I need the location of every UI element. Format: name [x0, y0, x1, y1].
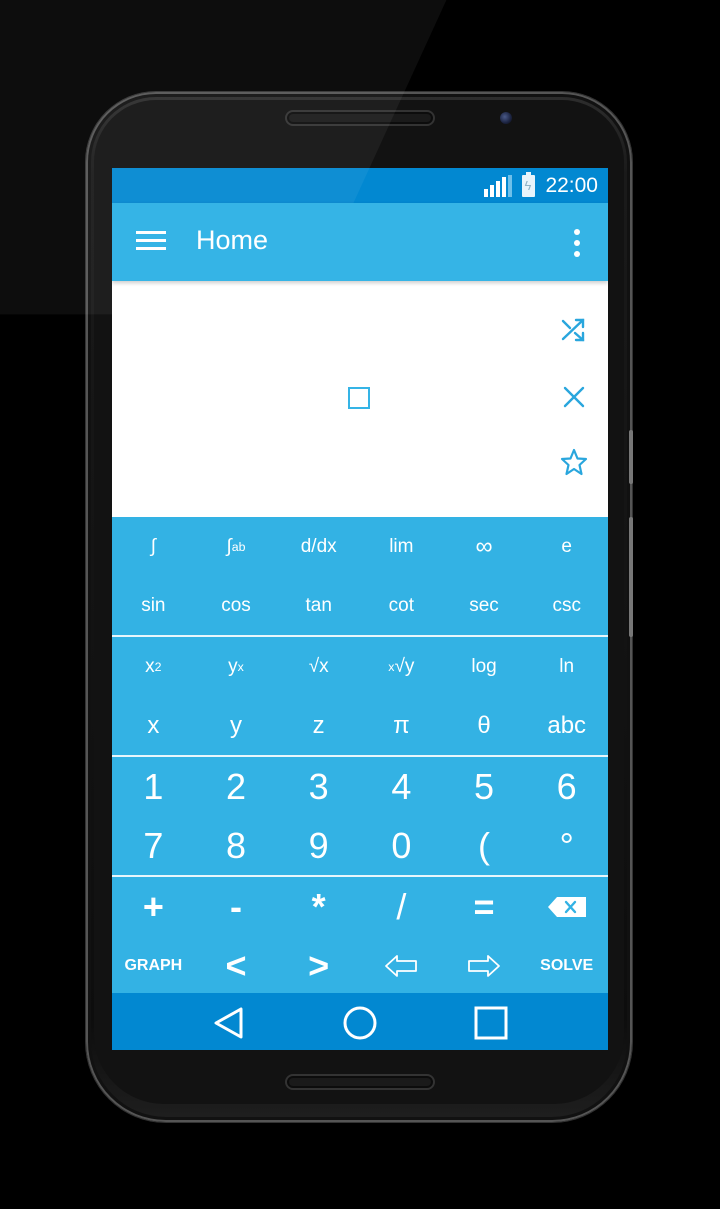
expression-editor[interactable] [112, 281, 608, 517]
lower-bound: a [231, 539, 239, 554]
exponent: x [237, 659, 244, 674]
star-outline-icon[interactable] [559, 447, 589, 477]
earpiece-speaker [285, 110, 435, 126]
key-sin[interactable]: sin [112, 576, 195, 635]
key-multiply[interactable]: * [277, 877, 360, 936]
cursor-left-button[interactable] [360, 936, 443, 995]
key-3[interactable]: 3 [277, 757, 360, 816]
key-plus[interactable]: + [112, 877, 195, 936]
key-9[interactable]: 9 [277, 816, 360, 875]
key-tan[interactable]: tan [277, 576, 360, 635]
key-y[interactable]: y [195, 696, 278, 755]
key-csc[interactable]: csc [525, 576, 608, 635]
root-body: √y [394, 655, 415, 677]
backspace-icon [547, 896, 586, 917]
key-log[interactable]: log [443, 637, 526, 696]
key-square[interactable]: x2 [112, 637, 195, 696]
key-8[interactable]: 8 [195, 816, 278, 875]
arrow-left-outline-icon [385, 954, 418, 977]
status-bar: ϟ 22:00 [112, 168, 608, 203]
base: x [145, 655, 155, 677]
recents-square-icon[interactable] [473, 1005, 509, 1041]
front-camera [500, 112, 512, 124]
key-paren[interactable]: ( [443, 816, 526, 875]
shuffle-icon[interactable] [559, 315, 589, 345]
key-0[interactable]: 0 [360, 816, 443, 875]
key-less-than[interactable]: < [195, 936, 278, 995]
key-7[interactable]: 7 [112, 816, 195, 875]
key-euler[interactable]: e [525, 517, 608, 576]
arrow-right-outline-icon [468, 954, 500, 977]
key-greater-than[interactable]: > [277, 936, 360, 995]
cellular-signal-icon [484, 174, 514, 197]
key-abc[interactable]: abc [525, 696, 608, 755]
key-minus[interactable]: - [195, 877, 278, 936]
key-x[interactable]: x [112, 696, 195, 755]
empty-input-box[interactable] [348, 387, 370, 409]
close-icon[interactable] [559, 382, 589, 412]
keypad-row-digits-1: 1 2 3 4 5 6 [112, 757, 608, 816]
keypad-row-variables: x y z π θ abc [112, 696, 608, 755]
battery-charging-icon: ϟ [522, 171, 536, 197]
app-screen: ϟ 22:00 Home ∫ ∫ a b d/dx lim ∞ e sin co… [112, 168, 608, 1050]
key-definite-integral[interactable]: ∫ a b [195, 517, 278, 576]
cursor-right-button[interactable] [443, 936, 526, 995]
page-title: Home [196, 225, 269, 255]
key-backspace[interactable] [525, 877, 608, 936]
key-integral[interactable]: ∫ [112, 517, 195, 576]
key-cos[interactable]: cos [195, 576, 278, 635]
upper-bound: b [238, 539, 246, 554]
volume-button [629, 430, 633, 484]
keypad-row-calculus: ∫ ∫ a b d/dx lim ∞ e [112, 517, 608, 576]
key-sqrt[interactable]: √x [277, 637, 360, 696]
system-nav-bar [112, 993, 608, 1050]
key-sec[interactable]: sec [443, 576, 526, 635]
keypad-row-operators: + - * / = [112, 877, 608, 936]
keypad-row-digits-2: 7 8 9 0 ( ° [112, 816, 608, 875]
exponent: 2 [154, 659, 162, 674]
solve-button[interactable]: SOLVE [525, 936, 608, 995]
more-vert-icon[interactable] [572, 229, 582, 257]
hamburger-menu-icon[interactable] [136, 231, 166, 253]
keypad-row-powers: x2 yx √x x √y log ln [112, 637, 608, 696]
key-4[interactable]: 4 [360, 757, 443, 816]
home-circle-icon[interactable] [342, 1005, 378, 1041]
key-power[interactable]: yx [195, 637, 278, 696]
math-keypad: ∫ ∫ a b d/dx lim ∞ e sin cos tan cot sec c… [112, 517, 608, 993]
key-nth-root[interactable]: x √y [360, 637, 443, 696]
key-1[interactable]: 1 [112, 757, 195, 816]
key-ln[interactable]: ln [525, 637, 608, 696]
bottom-speaker [285, 1074, 435, 1090]
keypad-row-trig: sin cos tan cot sec csc [112, 576, 608, 635]
back-triangle-icon[interactable] [211, 1005, 247, 1041]
status-time: 22:00 [545, 173, 598, 197]
power-button [629, 517, 633, 637]
key-pi[interactable]: π [360, 696, 443, 755]
key-2[interactable]: 2 [195, 757, 278, 816]
app-bar: Home [112, 203, 608, 281]
key-theta[interactable]: θ [443, 696, 526, 755]
key-z[interactable]: z [277, 696, 360, 755]
key-infinity[interactable]: ∞ [443, 517, 526, 576]
base: y [228, 655, 238, 677]
key-5[interactable]: 5 [443, 757, 526, 816]
key-divide[interactable]: / [360, 877, 443, 936]
key-cot[interactable]: cot [360, 576, 443, 635]
key-equals[interactable]: = [443, 877, 526, 936]
keypad-row-actions: GRAPH < > SOLVE [112, 936, 608, 995]
key-derivative[interactable]: d/dx [277, 517, 360, 576]
key-6[interactable]: 6 [525, 757, 608, 816]
key-degree[interactable]: ° [525, 816, 608, 875]
key-limit[interactable]: lim [360, 517, 443, 576]
graph-button[interactable]: GRAPH [112, 936, 195, 995]
